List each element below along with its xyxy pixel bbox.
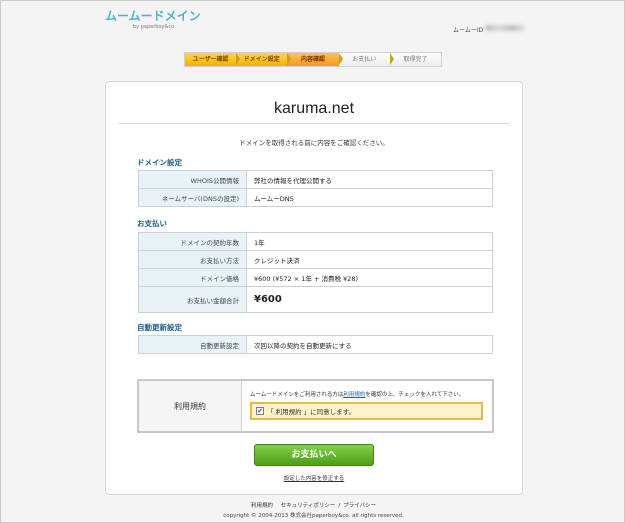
logo-subtitle: by paperboy&co. (133, 24, 176, 30)
terms-text-before: ムームードメインをご利用される方は (250, 392, 344, 398)
table-row: WHOIS公開情報 弊社の情報を代理公開する (138, 170, 493, 189)
auto-renew-table: 自動更新設定 次回以降の契約を自動更新にする (138, 335, 493, 354)
footer-link-security[interactable]: セキュリティポリシー (281, 503, 336, 509)
domain-title: karuma.net (273, 100, 355, 117)
table-row: ネームサーバ(DNSの設定) ムームーDNS (138, 188, 493, 207)
footer-link-terms[interactable]: 利用規約 (251, 503, 273, 509)
terms-box: 利用規約 ムームードメインをご利用される方は利用規約を確認の上、チェックを入れて… (137, 379, 494, 433)
step-user-confirm: ユーザー確認 (185, 53, 241, 66)
footer-links: 利用規約 セキュリティポリシー / プライバシー (1, 501, 625, 509)
terms-text-after: を確認の上、チェックを入れて下さい。 (365, 392, 465, 398)
step-domain-settings: ドメイン設定 (236, 53, 292, 66)
row-key: WHOIS公開情報 (138, 170, 247, 189)
footer-link-privacy[interactable]: プライバシー (343, 503, 376, 509)
row-key: お支払い方法 (138, 250, 247, 269)
agree-terms-label: 「 利用規約 」に同意します。 (267, 408, 355, 416)
domain-settings-table: WHOIS公開情報 弊社の情報を代理公開する ネームサーバ(DNSの設定) ムー… (138, 170, 493, 207)
step-payment: お支払い (338, 53, 395, 66)
step-complete: 取得完了 (389, 53, 442, 66)
instruction-text: ドメインを取得される前に内容をご確認ください。 (239, 139, 389, 147)
step-content-confirm: 内容確認 (287, 53, 343, 66)
confirmation-card: karuma.net ドメインを取得される前に内容をご確認ください。 ドメイン設… (105, 81, 523, 495)
row-value: 弊社の情報を代理公開する (246, 170, 493, 189)
progress-steps: ユーザー確認 ドメイン設定 内容確認 お支払い 取得完了 (184, 52, 442, 67)
table-row: ドメイン価格 ¥600 (¥572 × 1年 + 消費税 ¥28) (138, 268, 493, 287)
section-title-payment: お支払い (137, 219, 167, 228)
row-key: ドメインの契約年数 (138, 232, 247, 251)
row-key: お支払い金額合計 (138, 286, 247, 313)
page: ムームードメイン by paperboy&co. ムームーID ユーザー確認 ド… (0, 0, 625, 523)
terms-instruction: ムームードメインをご利用される方は利用規約を確認の上、チェックを入れて下さい。 (250, 390, 464, 398)
row-key: ネームサーバ(DNSの設定) (138, 188, 247, 207)
row-key: 自動更新設定 (138, 335, 247, 354)
row-value: 次回以降の契約を自動更新にする (246, 335, 493, 354)
member-id-value-redacted (485, 25, 525, 31)
modify-settings-link[interactable]: 設定した内容を修正する (106, 474, 522, 482)
row-value: 1年 (246, 232, 493, 251)
logo[interactable]: ムームードメイン by paperboy&co. (105, 9, 201, 32)
section-title-auto-renew: 自動更新設定 (137, 323, 182, 332)
footer-separator: / (338, 503, 341, 509)
table-row: ドメインの契約年数 1年 (138, 232, 493, 251)
member-id-label: ムームーID (453, 27, 484, 34)
title-divider (118, 123, 510, 124)
section-title-domain-settings: ドメイン設定 (137, 158, 182, 167)
table-row: お支払い金額合計 ¥600 (138, 286, 493, 313)
logo-text: ムームードメイン (105, 9, 201, 23)
row-value: ¥600 (¥572 × 1年 + 消費税 ¥28) (246, 268, 493, 287)
terms-content: ムームードメインをご利用される方は利用規約を確認の上、チェックを入れて下さい。 … (242, 381, 492, 431)
agree-terms-option[interactable]: ✔ 「 利用規約 」に同意します。 (250, 402, 483, 420)
agree-terms-checkbox[interactable]: ✔ (256, 407, 264, 415)
proceed-to-payment-button[interactable]: お支払いへ (254, 444, 374, 466)
copyright: copyright © 2004-2013 株式会社paperboy&co. a… (223, 513, 404, 519)
terms-link[interactable]: 利用規約 (343, 392, 365, 398)
row-value: クレジット決済 (246, 250, 493, 269)
row-value: ムームーDNS (246, 188, 493, 207)
terms-label: 利用規約 (139, 381, 242, 431)
table-row: 自動更新設定 次回以降の契約を自動更新にする (138, 335, 493, 354)
row-key: ドメイン価格 (138, 268, 247, 287)
table-row: お支払い方法 クレジット決済 (138, 250, 493, 269)
payment-table: ドメインの契約年数 1年 お支払い方法 クレジット決済 ドメイン価格 ¥600 … (138, 232, 493, 313)
total-amount: ¥600 (246, 286, 493, 313)
